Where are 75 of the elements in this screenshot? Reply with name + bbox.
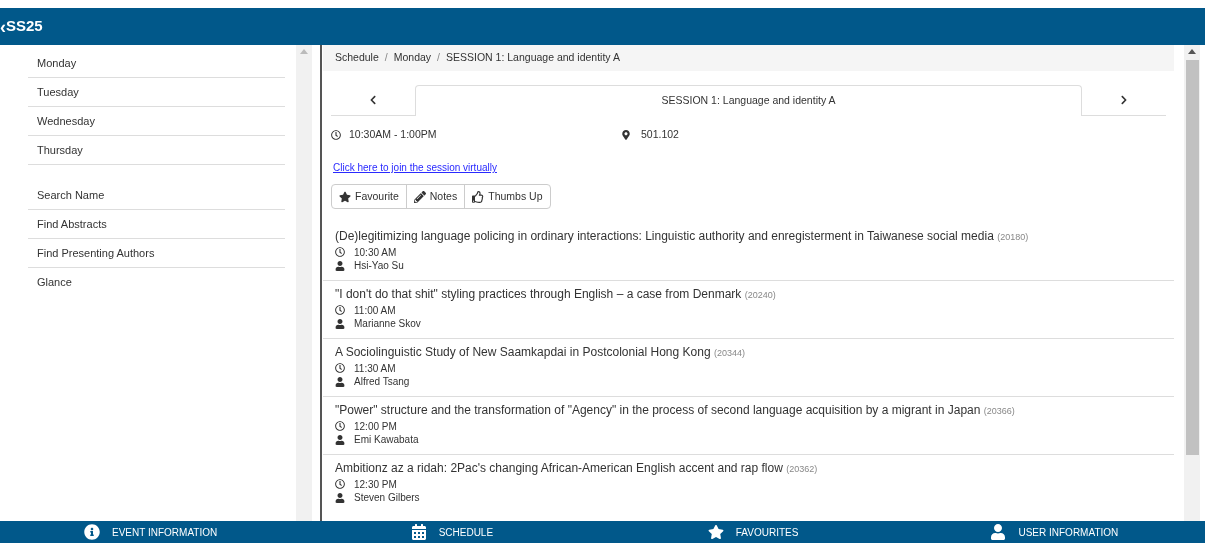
sidebar-scrollbar[interactable] xyxy=(296,45,312,521)
person-icon xyxy=(335,260,345,271)
talk-item[interactable]: "I don't do that shit" styling practices through English – a case from Denmark (20240) 11:00 AM Marianne Skov xyxy=(323,281,1174,339)
day-item[interactable]: Thursday xyxy=(28,136,285,165)
action-button[interactable]: Notes xyxy=(405,184,466,209)
menu-item[interactable]: Find Presenting Authors xyxy=(28,239,285,268)
breadcrumb-item[interactable]: SESSION 1: Language and identity A xyxy=(446,50,620,66)
talk-author: Hsi-Yao Su xyxy=(354,259,404,273)
talk-item[interactable]: A Sociolinguistic Study of New Saamkapdai in Postcolonial Hong Kong (20344) 11:30 AM Alfred Tsang xyxy=(323,339,1174,397)
breadcrumb-item[interactable]: Schedule xyxy=(335,50,379,66)
nav-tab[interactable]: FAVOURITES xyxy=(602,524,904,540)
breadcrumb-separator: / xyxy=(437,50,440,66)
talk-author: Marianne Skov xyxy=(354,317,421,331)
session-tab[interactable]: SESSION 1: Language and identity A xyxy=(415,85,1082,116)
clock-icon xyxy=(335,305,345,315)
talk-id: (20362) xyxy=(786,464,818,474)
action-button[interactable]: Thumbs Up xyxy=(464,184,551,209)
join-link[interactable]: Click here to join the session virtually xyxy=(333,162,497,173)
day-item[interactable]: Monday xyxy=(28,49,285,78)
talk-time: 10:30 AM xyxy=(354,245,397,260)
talk-time: 12:30 PM xyxy=(354,477,397,492)
talk-id: (20240) xyxy=(744,290,776,300)
day-item[interactable]: Tuesday xyxy=(28,78,285,107)
talk-time: 11:30 AM xyxy=(354,361,396,376)
talk-title: "I don't do that shit" styling practices through English – a case from Denmark xyxy=(335,287,742,301)
menu-item[interactable]: Find Abstracts xyxy=(28,210,285,239)
star-icon xyxy=(707,524,724,540)
thumbs-up-icon xyxy=(472,190,485,203)
chevron-left-icon xyxy=(368,95,378,105)
menu-item[interactable]: Glance xyxy=(28,268,285,297)
clock-icon xyxy=(335,479,345,489)
talk-item[interactable]: (De)legitimizing language policing in ordinary interactions: Linguistic authority and enregisterment in Taiwanese social media (20180) 10:30 AM Hsi-Yao Su xyxy=(323,223,1174,281)
menu-item[interactable]: Search Name xyxy=(28,181,285,210)
talk-id: (20180) xyxy=(997,232,1029,242)
talk-title: Ambitionz az a ridah: 2Pac's changing African-American English accent and rap flow xyxy=(335,461,783,475)
day-item[interactable]: Wednesday xyxy=(28,107,285,136)
person-icon xyxy=(335,376,345,387)
person-icon xyxy=(335,434,345,445)
info-icon xyxy=(84,524,100,540)
talk-title: (De)legitimizing language policing in ordinary interactions: Linguistic authority and enregisterment in Taiwanese social media xyxy=(335,229,994,243)
chevron-right-icon xyxy=(1119,95,1129,105)
scrollbar-thumb[interactable] xyxy=(1185,60,1199,455)
main-scrollbar[interactable] xyxy=(1184,45,1200,521)
clock-icon xyxy=(335,421,345,431)
breadcrumb-item[interactable]: Monday xyxy=(393,50,432,66)
action-button[interactable]: Favourite xyxy=(331,184,407,209)
talk-title: A Sociolinguistic Study of New Saamkapdai in Postcolonial Hong Kong xyxy=(335,345,711,359)
nav-tab[interactable]: EVENT INFORMATION xyxy=(0,524,302,540)
back-button[interactable]: ‹ xyxy=(0,17,6,36)
calendar-icon xyxy=(410,524,427,540)
talk-time: 11:00 AM xyxy=(354,303,396,318)
app-title: SS25 xyxy=(6,16,43,37)
clock-icon xyxy=(335,247,345,257)
talk-time: 12:00 PM xyxy=(354,419,397,434)
session-time: 10:30AM - 1:00PM xyxy=(349,127,437,143)
breadcrumb-separator: / xyxy=(384,50,388,66)
talk-title: "Power" structure and the transformation of "Agency" in the process of second language acquisition by a migrant in Japan xyxy=(335,403,981,417)
clock-icon xyxy=(335,363,345,373)
user-icon xyxy=(990,524,1007,540)
star-icon xyxy=(339,190,351,203)
nav-tab[interactable]: USER INFORMATION xyxy=(903,524,1205,540)
person-icon xyxy=(335,318,345,329)
pencil-icon xyxy=(413,190,426,203)
talk-item[interactable]: "Power" structure and the transformation of "Agency" in the process of second language acquisition by a migrant in Japan (20366) 12:00 PM Emi Kawabata xyxy=(323,397,1174,455)
person-icon xyxy=(335,492,345,503)
session-room: 501.102 xyxy=(641,127,679,143)
nav-tab[interactable]: SCHEDULE xyxy=(301,524,603,540)
talk-item[interactable]: Ambitionz az a ridah: 2Pac's changing African-American English accent and rap flow (20362) 12:30 PM Steven Gilbers xyxy=(323,455,1174,507)
clock-icon xyxy=(331,130,341,140)
talk-author: Emi Kawabata xyxy=(354,433,419,447)
talk-id: (20344) xyxy=(713,348,745,358)
talk-author: Steven Gilbers xyxy=(354,491,420,505)
location-icon xyxy=(621,130,631,140)
talk-author: Alfred Tsang xyxy=(354,375,410,389)
talk-id: (20366) xyxy=(983,406,1015,416)
